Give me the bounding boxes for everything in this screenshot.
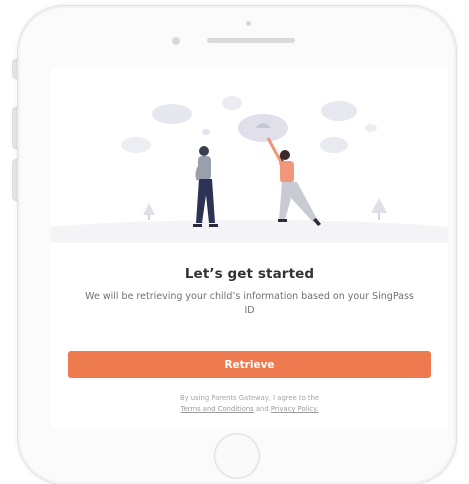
tree-right-icon: [371, 198, 387, 220]
camera-icon: [246, 21, 251, 26]
bubble-shape: [321, 101, 357, 121]
page-subtitle: We will be retrieving your child’s infor…: [85, 291, 414, 316]
consent-connector: and: [255, 405, 269, 413]
woman-figure: [266, 137, 321, 226]
front-camera-icon: [172, 37, 180, 45]
bubble-shape: [365, 124, 377, 132]
onboarding-illustration: [51, 96, 448, 243]
consent-text: By using Parents Gateway, I agree to the…: [81, 393, 418, 415]
retrieve-button[interactable]: Retrieve: [68, 351, 431, 378]
device-mockup: Let’s get started We will be retrieving …: [0, 0, 469, 484]
speaker-grille: [207, 38, 295, 43]
terms-link[interactable]: Terms and Conditions: [181, 405, 254, 413]
page-title: Let’s get started: [184, 266, 315, 282]
bubble-shape: [202, 129, 210, 135]
tree-left-icon: [143, 203, 155, 220]
home-button-icon[interactable]: [215, 434, 259, 478]
man-figure: [193, 146, 218, 227]
privacy-link[interactable]: Privacy Policy.: [271, 405, 319, 413]
bubble-shape: [320, 137, 348, 153]
consent-prefix: By using Parents Gateway, I agree to the: [179, 394, 320, 402]
ground-shape: [51, 220, 448, 243]
bubble-shape: [121, 137, 151, 153]
bubble-shape: [152, 104, 192, 124]
bubble-shape: [222, 96, 242, 110]
app-screen: Let’s get started We will be retrieving …: [51, 68, 448, 428]
